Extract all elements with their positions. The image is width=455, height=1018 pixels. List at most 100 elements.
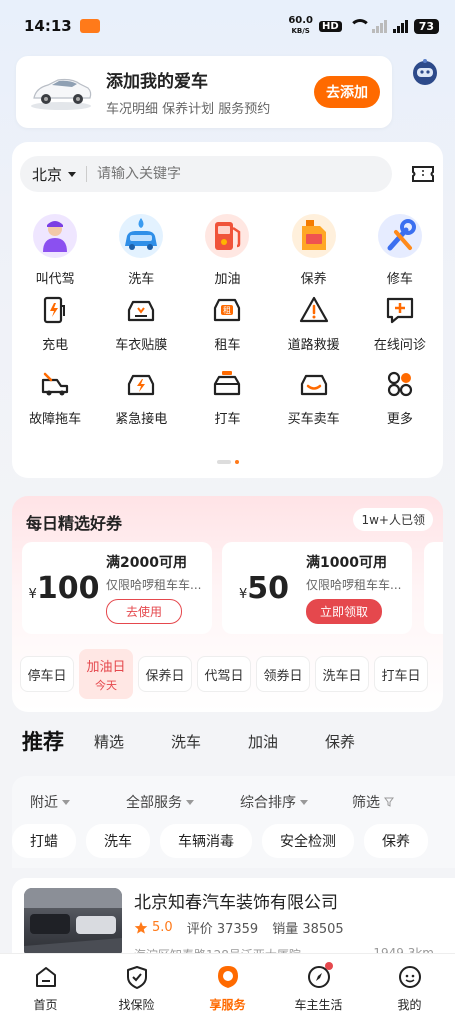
shop-list-item[interactable]: 北京知春汽车装饰有限公司 5.0 评价 37359 销量 38505 海淀区知春… — [12, 878, 455, 958]
filter-nearby[interactable]: 附近 — [30, 792, 126, 812]
service-road-rescue[interactable]: 道路救援 — [271, 288, 357, 362]
filter-label: 综合排序 — [240, 795, 296, 811]
service-tow[interactable]: 故障拖车 — [12, 362, 98, 436]
add-car-banner[interactable]: 添加我的爱车 车况明细 保养计划 服务预约 去添加 — [16, 56, 392, 128]
service-label: 买车卖车 — [287, 412, 340, 427]
services-card: 北京 叫代驾 — [12, 142, 443, 478]
coupon-claim-button[interactable]: 立即领取 — [306, 599, 382, 624]
service-charging[interactable]: 充电 — [12, 288, 98, 362]
service-label: 修车 — [386, 272, 413, 287]
consult-icon — [386, 297, 413, 324]
status-bar: 14:13 60.0 KB/S HD 73 — [0, 0, 455, 52]
tab-recommend[interactable]: 推荐 — [22, 726, 64, 756]
service-jump-start[interactable]: 紧急接电 — [98, 362, 184, 436]
service-label: 紧急接电 — [115, 412, 168, 427]
service-more[interactable]: 更多 — [357, 362, 443, 436]
shop-rating: 5.0 — [134, 920, 173, 935]
day-tab-active[interactable]: 加油日 今天 — [79, 649, 133, 699]
add-car-title: 添加我的爱车 — [106, 72, 208, 92]
city-selector[interactable]: 北京 — [32, 164, 77, 185]
nav-car-life[interactable]: 车主生活 — [273, 954, 364, 1018]
chip-safety-check[interactable]: 安全检测 — [262, 824, 354, 858]
car-icon — [31, 78, 92, 110]
coupon-condition: 满2000可用 — [106, 555, 187, 571]
service-designated-driver[interactable]: 叫代驾 — [12, 212, 98, 288]
bottom-navigation: 首页 找保险 享服务 车主生活 我的 — [0, 953, 455, 1018]
ticket-icon[interactable] — [411, 164, 435, 184]
service-icon — [217, 966, 238, 988]
service-car-wash[interactable]: 洗车 — [98, 212, 184, 288]
coupons-claimed-count: 1w+人已领 — [353, 508, 433, 531]
service-label: 保养 — [300, 272, 327, 287]
shop-reviews: 评价 37359 — [186, 922, 259, 937]
shop-photo — [24, 888, 122, 958]
service-online-consult[interactable]: 在线问诊 — [357, 288, 443, 362]
chevron-down-icon — [62, 799, 70, 805]
signal-5g-icon — [392, 19, 408, 33]
service-repair[interactable]: 修车 — [357, 212, 443, 288]
day-tab-label: 停车日 — [27, 668, 67, 684]
add-car-button[interactable]: 去添加 — [314, 76, 380, 108]
nav-profile[interactable]: 我的 — [364, 954, 455, 1018]
chevron-down-icon — [68, 171, 77, 177]
status-indicators: 60.0 KB/S HD 73 — [288, 16, 439, 36]
chip-maintenance[interactable]: 保养 — [364, 824, 428, 858]
service-label: 洗车 — [128, 272, 155, 287]
service-taxi[interactable]: 打车 — [184, 362, 270, 436]
nav-services[interactable]: 享服务 — [182, 954, 273, 1018]
warning-icon — [299, 296, 328, 323]
hd-voice-icon: HD — [319, 20, 342, 32]
filter-sort[interactable]: 综合排序 — [240, 792, 352, 812]
nav-home[interactable]: 首页 — [0, 954, 91, 1018]
service-label: 加油 — [214, 272, 241, 287]
shop-sales: 销量 38505 — [272, 922, 344, 937]
search-divider — [86, 166, 88, 182]
tab-featured[interactable]: 精选 — [94, 731, 124, 752]
taxi-icon — [214, 371, 241, 396]
search-input[interactable] — [97, 166, 380, 182]
service-label: 更多 — [386, 412, 413, 427]
assistant-robot-icon[interactable] — [411, 58, 439, 86]
coupon-card-partial[interactable] — [424, 542, 443, 634]
coupon-condition: 满1000可用 — [306, 555, 387, 571]
filter-all-services[interactable]: 全部服务 — [126, 792, 240, 812]
wrench-icon — [377, 214, 422, 258]
service-fuel[interactable]: 加油 — [184, 212, 270, 288]
tab-fuel[interactable]: 加油 — [248, 731, 278, 752]
service-label: 道路救援 — [287, 338, 340, 353]
nav-insurance[interactable]: 找保险 — [91, 954, 182, 1018]
theme-day-tabs: 停车日 加油日 今天 保养日 代驾日 领券日 洗车日 打车日 — [20, 649, 428, 699]
day-tab[interactable]: 洗车日 — [315, 656, 369, 692]
service-car-rental[interactable]: 租 租车 — [184, 288, 270, 362]
service-buy-sell-car[interactable]: 买车卖车 — [271, 362, 357, 436]
coupon-currency: ¥ — [28, 586, 37, 602]
shop-name: 北京知春汽车装饰有限公司 — [134, 893, 338, 913]
service-car-film[interactable]: 车衣贴膜 — [98, 288, 184, 362]
tab-maintenance[interactable]: 保养 — [325, 731, 355, 752]
coupon-card[interactable]: ¥100 满2000可用 仅限哈啰租车车... 去使用 — [22, 542, 212, 634]
chip-disinfection[interactable]: 车辆消毒 — [160, 824, 252, 858]
chip-car-wash[interactable]: 洗车 — [86, 824, 150, 858]
trade-car-icon — [300, 374, 327, 396]
add-car-subtitle: 车况明细 保养计划 服务预约 — [106, 102, 271, 117]
service-grid: 叫代驾 洗车 加油 保养 修车 充电 车衣贴膜 租 租车 道路救援 在线问诊 故… — [12, 212, 443, 436]
filter-screen[interactable]: 筛选 — [352, 792, 394, 812]
day-tab[interactable]: 领券日 — [256, 656, 310, 692]
search-bar[interactable]: 北京 — [20, 156, 392, 192]
day-tab[interactable]: 打车日 — [374, 656, 428, 692]
filter-label: 筛选 — [352, 795, 380, 811]
signal-bars-icon — [371, 19, 387, 33]
filter-label: 全部服务 — [126, 795, 182, 811]
day-tab[interactable]: 停车日 — [20, 656, 74, 692]
day-tab[interactable]: 代驾日 — [197, 656, 251, 692]
service-chips: 打蜡 洗车 车辆消毒 安全检测 保养 — [12, 824, 428, 858]
coupon-use-button[interactable]: 去使用 — [106, 599, 182, 624]
coupon-card[interactable]: ¥50 满1000可用 仅限哈啰租车车... 立即领取 — [222, 542, 412, 634]
coupon-value: 50 — [247, 570, 290, 606]
service-maintenance[interactable]: 保养 — [271, 212, 357, 288]
chip-waxing[interactable]: 打蜡 — [12, 824, 76, 858]
nav-label: 我的 — [397, 998, 422, 1012]
day-tab[interactable]: 保养日 — [138, 656, 192, 692]
day-tab-today: 今天 — [95, 678, 117, 692]
tab-car-wash[interactable]: 洗车 — [171, 731, 201, 752]
